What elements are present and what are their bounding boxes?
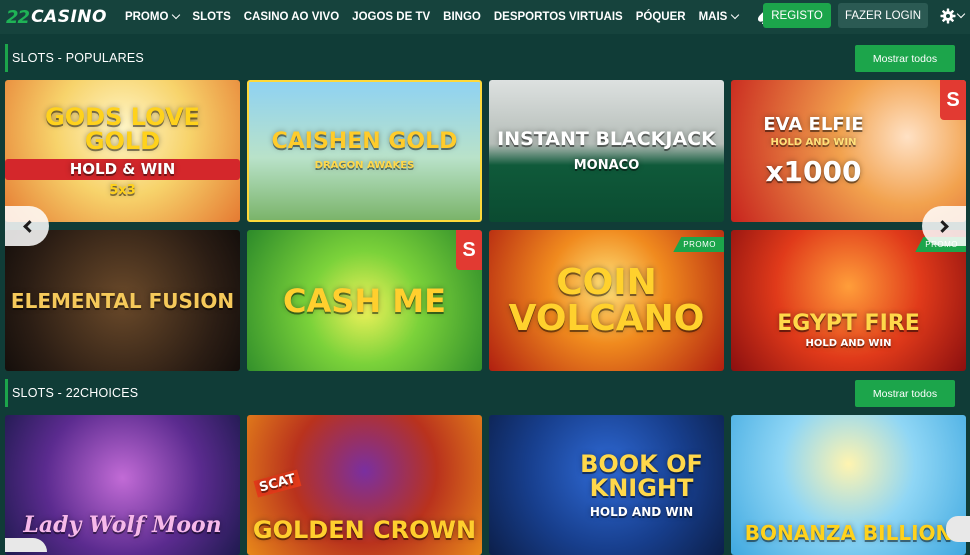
provider-badge: S xyxy=(940,80,966,120)
game-tile[interactable]: CAISHEN GOLD DRAGON AWAKES xyxy=(247,80,482,222)
game-tile[interactable]: BONANZA BILLION xyxy=(731,415,966,555)
casino-logo[interactable]: 22 CASINO xyxy=(6,0,107,34)
game-tile[interactable]: EVA ELFIE HOLD AND WIN x1000 S xyxy=(731,80,966,222)
game-tile[interactable]: Lady Wolf Moon xyxy=(5,415,240,555)
login-button[interactable]: FAZER LOGIN xyxy=(838,3,928,28)
section-header-22choices: SLOTS - 22CHOICES Mostrar todos xyxy=(5,379,967,407)
logo-word: CASINO xyxy=(31,7,107,27)
game-title: CAISHEN GOLD xyxy=(271,129,458,154)
game-tile[interactable]: EGYPT FIRE HOLD AND WIN PROMO xyxy=(731,230,966,371)
game-subtitle: HOLD & WIN xyxy=(5,159,240,180)
game-title: CASH ME xyxy=(283,281,446,320)
provider-badge: S xyxy=(456,230,482,270)
nav-item-tv-games[interactable]: JOGOS DE TV xyxy=(352,11,430,23)
logo-number: 22 xyxy=(6,6,30,28)
gear-icon[interactable] xyxy=(940,8,956,24)
game-title: INSTANT BLACKJACK xyxy=(497,128,716,150)
show-all-button[interactable]: Mostrar todos xyxy=(855,45,955,72)
show-all-button[interactable]: Mostrar todos xyxy=(855,380,955,407)
register-button[interactable]: REGISTO xyxy=(763,3,831,28)
nav-item-virtual-sports[interactable]: DESPORTOS VIRTUAIS xyxy=(494,11,623,23)
game-tile[interactable]: CASH ME S xyxy=(247,230,482,371)
game-title: GODS LOVE GOLD xyxy=(45,103,200,155)
section-title: SLOTS - 22CHOICES xyxy=(12,386,139,400)
game-title: EGYPT FIRE xyxy=(777,310,920,336)
chevron-down-icon xyxy=(172,10,181,20)
game-tile[interactable]: BOOK OF KNIGHT HOLD AND WIN xyxy=(489,415,724,555)
game-tile[interactable]: GOLDEN CROWN SCAT xyxy=(247,415,482,555)
game-subtitle: HOLD AND WIN xyxy=(589,505,694,519)
game-extra: x1000 xyxy=(765,155,862,188)
game-subtitle: HOLD AND WIN xyxy=(770,137,857,148)
nav-item-bingo[interactable]: BINGO xyxy=(443,11,481,23)
promo-badge: PROMO xyxy=(673,237,724,252)
main-nav: PROMO SLOTS CASINO AO VIVO JOGOS DE TV B… xyxy=(125,9,797,25)
nav-item-slots[interactable]: SLOTS xyxy=(192,11,230,23)
game-title: EVA ELFIE xyxy=(763,114,864,135)
game-title: BONANZA BILLION xyxy=(744,520,953,545)
nav-item-live-casino[interactable]: CASINO AO VIVO xyxy=(244,11,339,23)
carousel-prev-button[interactable] xyxy=(5,206,49,246)
game-subtitle: HOLD AND WIN xyxy=(805,337,892,349)
game-title: BOOK OF KNIGHT xyxy=(580,450,703,502)
chevron-down-icon xyxy=(731,10,740,20)
nav-item-more[interactable]: MAIS xyxy=(699,10,740,23)
section-header-popular: SLOTS - POPULARES Mostrar todos xyxy=(5,44,967,72)
game-title: COIN VOLCANO xyxy=(508,261,705,339)
scatter-label: SCAT xyxy=(253,469,302,498)
game-extra: 5x3 xyxy=(109,183,136,198)
chevron-right-icon xyxy=(935,219,949,233)
game-tile[interactable]: COIN VOLCANO PROMO xyxy=(489,230,724,371)
game-subtitle: MONACO xyxy=(573,158,640,173)
game-tile[interactable]: INSTANT BLACKJACK MONACO xyxy=(489,80,724,222)
game-tile[interactable]: GODS LOVE GOLD HOLD & WIN 5x3 xyxy=(5,80,240,222)
game-title: ELEMENTAL FUSION xyxy=(10,288,235,313)
game-tile[interactable]: ELEMENTAL FUSION xyxy=(5,230,240,371)
carousel-next-button[interactable] xyxy=(922,206,966,246)
section-title: SLOTS - POPULARES xyxy=(12,51,144,65)
chevron-left-icon xyxy=(22,219,36,233)
game-title: Lady Wolf Moon xyxy=(23,512,222,538)
game-title: GOLDEN CROWN xyxy=(252,516,477,544)
game-subtitle: DRAGON AWAKES xyxy=(314,160,415,171)
nav-item-poker[interactable]: PÓQUER xyxy=(636,11,686,23)
chat-button[interactable] xyxy=(946,516,970,542)
nav-item-promo[interactable]: PROMO xyxy=(125,10,181,23)
